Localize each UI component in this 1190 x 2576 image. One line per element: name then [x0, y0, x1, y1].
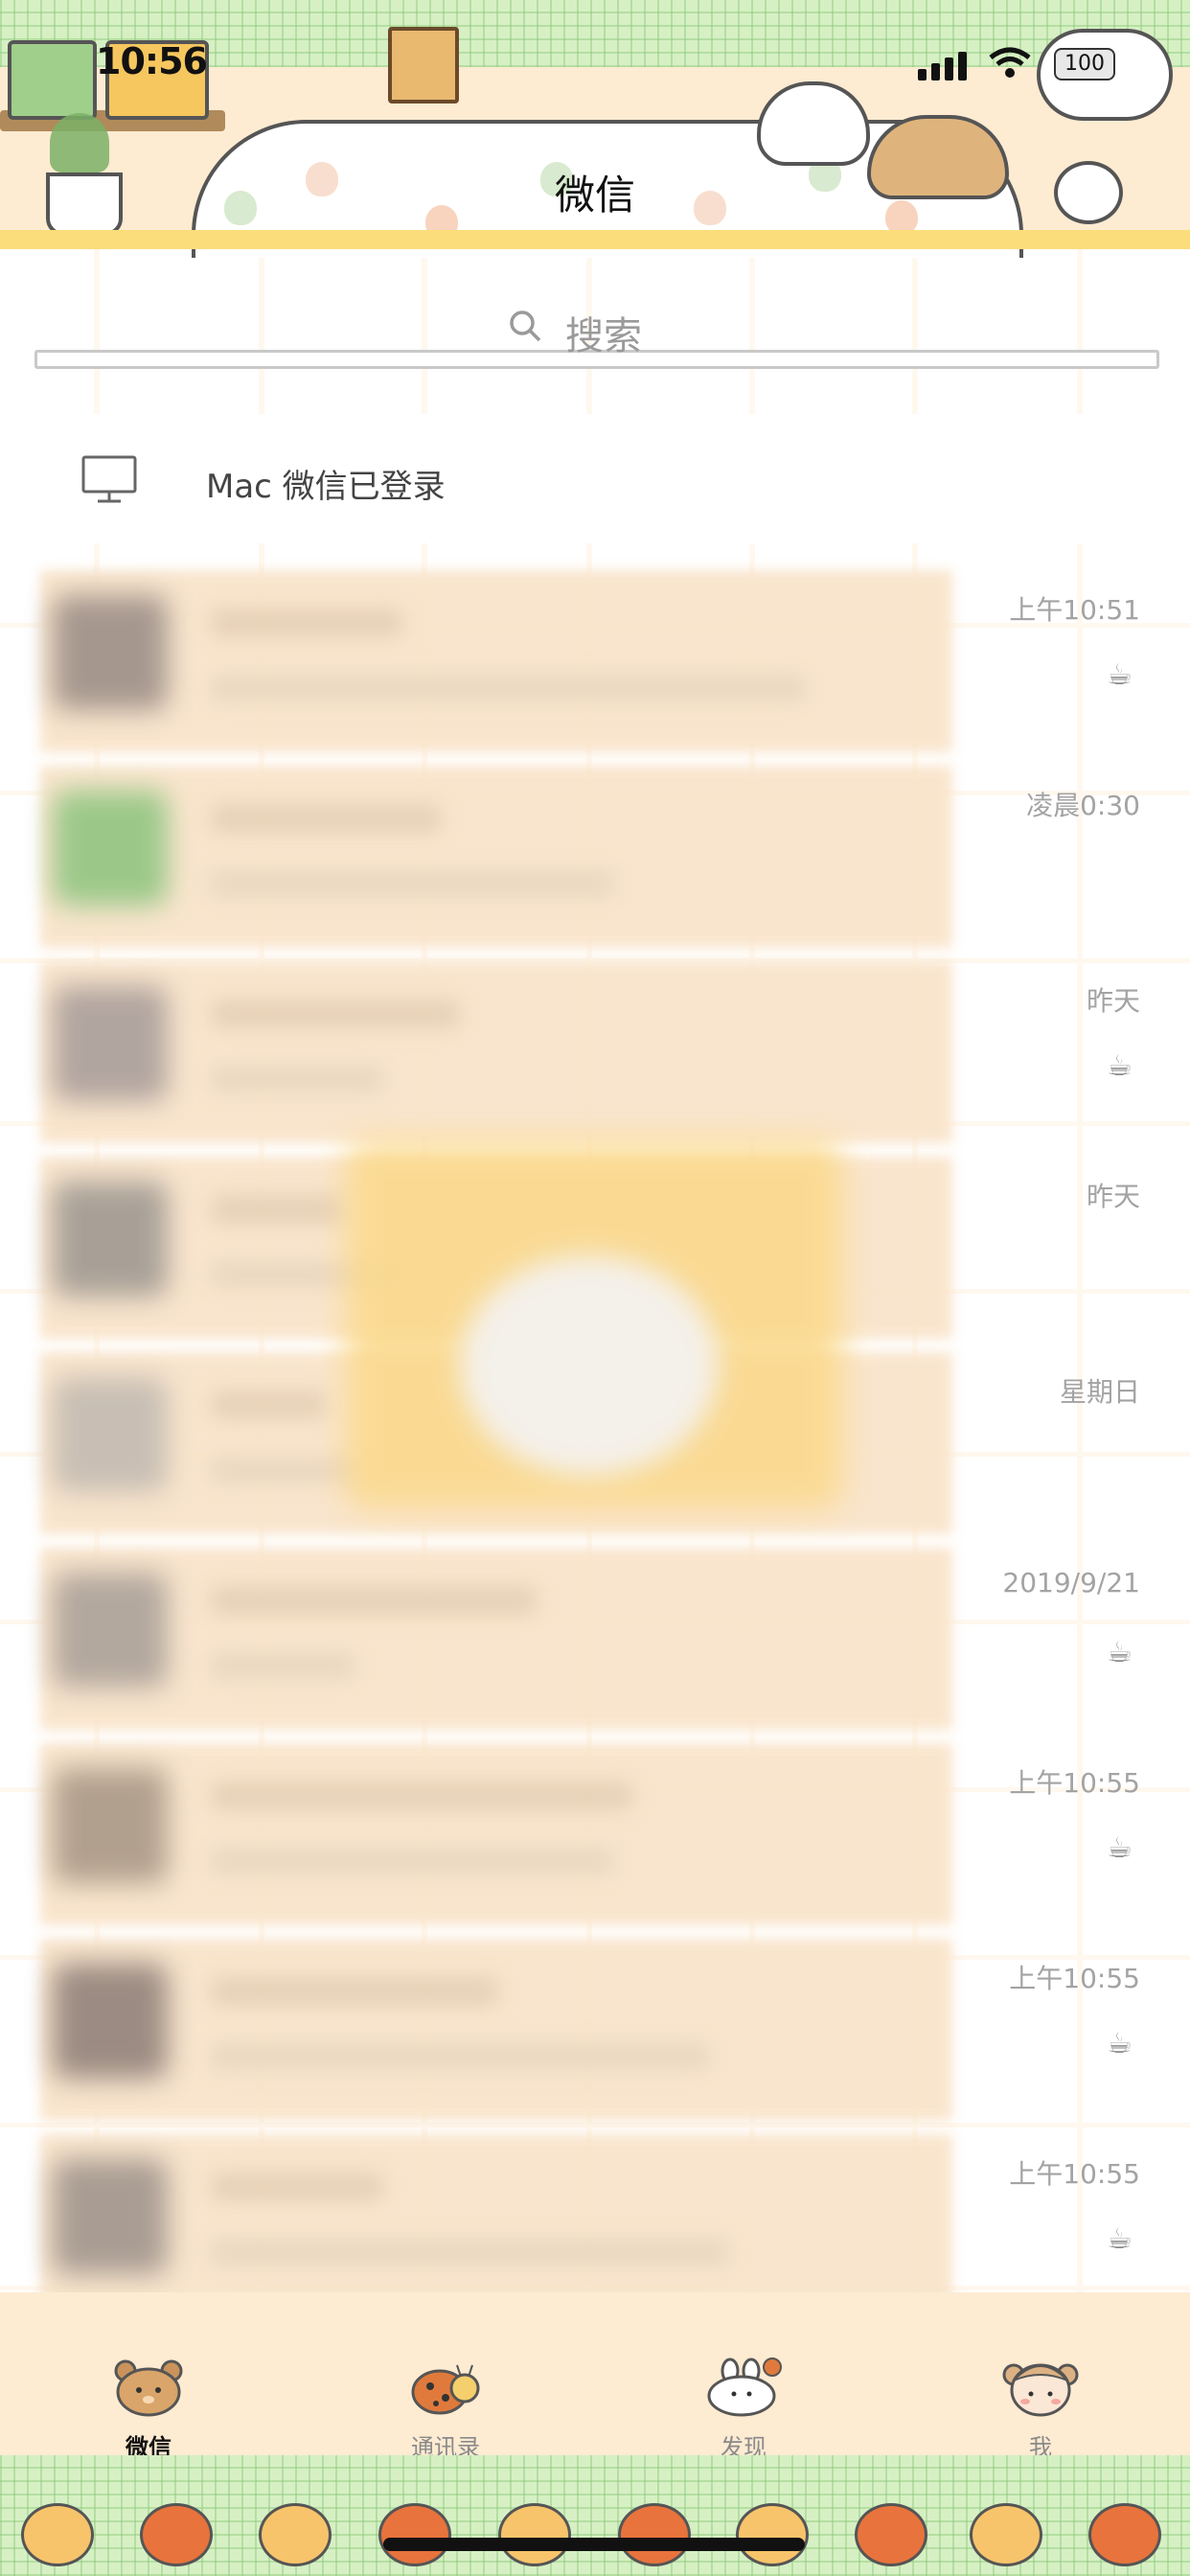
mute-icon: ☕ [1107, 2027, 1133, 2060]
chat-preview-redacted [211, 1458, 364, 1483]
chat-row[interactable]: 2019/9/21 ☕ [0, 1548, 1190, 1743]
mute-icon: ☕ [1107, 2222, 1133, 2256]
chat-name-redacted [211, 1586, 537, 1615]
chat-time: 上午10:55 [1009, 2158, 1140, 2190]
chat-preview-redacted [211, 1653, 355, 1678]
page-title: 微信 [554, 172, 635, 218]
chat-row-background [40, 766, 952, 948]
flower-decoration [21, 2503, 94, 2566]
battery-indicator: 100 [1054, 48, 1115, 80]
add-button[interactable] [1054, 161, 1123, 224]
chat-row[interactable]: 上午10:55 ☕ [0, 1743, 1190, 1939]
chat-name-redacted [211, 2173, 383, 2201]
mac-login-banner[interactable]: Mac 微信已登录 [0, 414, 1190, 543]
redacted-image-overlay [460, 1255, 719, 1476]
flower-decoration [259, 2503, 332, 2566]
chat-row-background [40, 1743, 952, 1925]
chat-preview-redacted [211, 1849, 613, 1874]
avatar [53, 1377, 168, 1492]
chat-name-redacted [211, 1391, 326, 1419]
girl-face-icon [1002, 2356, 1079, 2417]
chat-name-redacted [211, 804, 441, 833]
avatar [53, 1768, 168, 1883]
status-time: 10:56 [96, 40, 208, 82]
avatar [53, 1573, 168, 1688]
search-placeholder: 搜索 [565, 314, 642, 358]
chat-row-background [40, 1548, 952, 1730]
chat-preview-redacted [211, 871, 613, 896]
flower-decoration [1088, 2503, 1161, 2566]
mute-icon: ☕ [1107, 1049, 1133, 1083]
chat-time: 星期日 [1059, 1376, 1140, 1408]
tab-contacts[interactable]: 通讯录 [350, 2292, 541, 2461]
tab-chats[interactable]: 微信 [53, 2292, 244, 2461]
bear-icon [110, 2356, 187, 2417]
bunny-icon [705, 2356, 782, 2417]
search-icon [508, 309, 542, 343]
chat-row-background [40, 961, 952, 1143]
tab-discover[interactable]: 发现 [648, 2292, 839, 2461]
flower-decoration [378, 2503, 451, 2566]
chat-row-background [40, 1939, 952, 2121]
chat-row[interactable]: 昨天 ☕ [0, 961, 1190, 1157]
tab-me[interactable]: 我 [945, 2292, 1136, 2461]
chat-name-redacted [211, 1195, 345, 1224]
signal-icon [918, 50, 968, 80]
chat-preview-redacted [211, 676, 805, 701]
chat-row-background [40, 2134, 952, 2316]
chat-time: 上午10:51 [1009, 594, 1140, 626]
tab-bar: 微信 通讯录 发现 我 [0, 2292, 1190, 2461]
flower-decoration [618, 2503, 691, 2566]
desktop-icon [81, 455, 137, 505]
chat-row[interactable]: 上午10:55 ☕ [0, 1939, 1190, 2134]
chat-time: 昨天 [1086, 1181, 1140, 1212]
mute-icon: ☕ [1107, 1831, 1133, 1865]
picture-frame-icon [8, 40, 97, 120]
mute-icon: ☕ [1107, 1636, 1133, 1669]
header-divider [0, 230, 1190, 249]
wifi-icon [987, 46, 1033, 80]
mac-login-label: Mac 微信已登录 [206, 468, 446, 506]
chat-name-redacted [211, 609, 402, 637]
avatar [53, 2159, 168, 2274]
chat-name-redacted [211, 1000, 460, 1028]
home-indicator[interactable] [383, 2538, 805, 2551]
ladybug-icon [407, 2356, 484, 2417]
chat-time: 2019/9/21 [1002, 1567, 1140, 1598]
avatar [53, 791, 168, 906]
flower-decoration [855, 2503, 927, 2566]
avatar [53, 1182, 168, 1297]
hanging-picture-icon [388, 27, 459, 104]
chat-time: 昨天 [1086, 985, 1140, 1017]
flower-decoration [736, 2503, 809, 2566]
chat-time: 上午10:55 [1009, 1963, 1140, 1994]
flower-decoration [970, 2503, 1042, 2566]
flower-decoration [498, 2503, 571, 2566]
chat-time: 上午10:55 [1009, 1767, 1140, 1799]
chat-row[interactable]: 凌晨0:30 [0, 766, 1190, 961]
chat-row-background [40, 570, 952, 752]
chat-name-redacted [211, 1977, 498, 2006]
flower-decoration [140, 2503, 213, 2566]
chat-time: 凌晨0:30 [1026, 790, 1140, 821]
chat-row[interactable]: 上午10:51 ☕ [0, 570, 1190, 766]
chat-preview-redacted [211, 1067, 383, 1092]
chat-name-redacted [211, 1782, 632, 1810]
avatar [53, 986, 168, 1101]
avatar [53, 1964, 168, 2079]
chat-preview-redacted [211, 2044, 709, 2069]
chat-preview-redacted [211, 2240, 728, 2265]
avatar [53, 595, 168, 710]
mute-icon: ☕ [1107, 658, 1133, 692]
